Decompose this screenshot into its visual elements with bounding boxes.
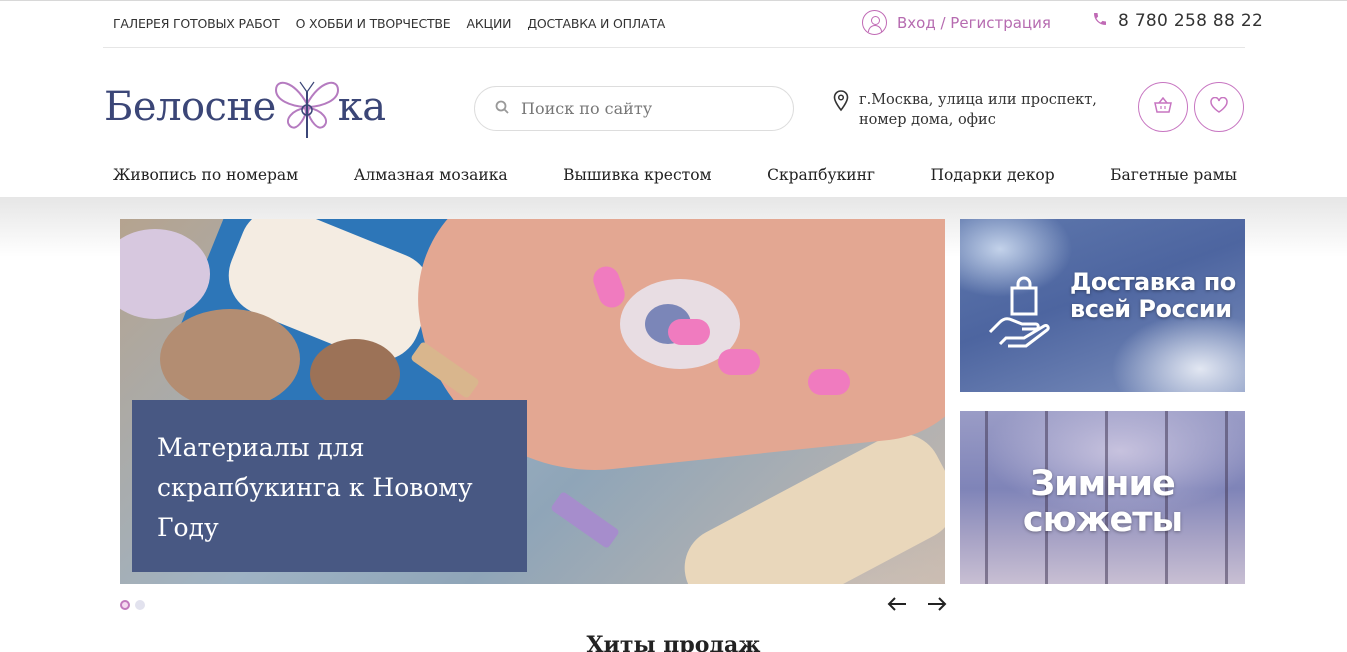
arrow-right-icon[interactable] bbox=[926, 594, 948, 614]
user-icon bbox=[862, 10, 887, 35]
map-pin-icon bbox=[833, 90, 849, 130]
slide-image-nail bbox=[718, 349, 760, 375]
category-gifts-decor[interactable]: Подарки декор bbox=[931, 166, 1055, 184]
category-cross-stitch[interactable]: Вышивка крестом bbox=[563, 166, 711, 184]
login-link[interactable]: Вход / Регистрация bbox=[862, 10, 1051, 35]
category-scrapbooking[interactable]: Скрапбукинг bbox=[767, 166, 875, 184]
delivery-banner[interactable]: Доставка по всей России bbox=[960, 219, 1245, 392]
category-frames[interactable]: Багетные рамы bbox=[1110, 166, 1237, 184]
search-input[interactable] bbox=[521, 99, 771, 118]
search-icon[interactable] bbox=[495, 99, 509, 118]
store-address: г.Москва, улица или проспект, номер дома… bbox=[833, 90, 1097, 130]
slider-arrows bbox=[886, 594, 948, 614]
slide-image-nail bbox=[668, 319, 710, 345]
hero-slider[interactable]: Материалы для скрапбукинга к Новому Году bbox=[120, 219, 945, 584]
category-nav: Живопись по номерам Алмазная мозаика Выш… bbox=[113, 166, 1237, 184]
phone-contact[interactable]: 8 780 258 88 22 bbox=[1092, 11, 1263, 31]
category-diamond-mosaic[interactable]: Алмазная мозаика bbox=[354, 166, 508, 184]
top-border bbox=[0, 0, 1347, 1]
logo-text-right: ка bbox=[337, 84, 386, 130]
top-nav-promotions[interactable]: АКЦИИ bbox=[467, 16, 512, 31]
address-line-2: номер дома, офис bbox=[859, 112, 996, 128]
slider-dot[interactable] bbox=[135, 600, 145, 610]
address-line-1: г.Москва, улица или проспект, bbox=[859, 92, 1097, 108]
slide-caption[interactable]: Материалы для скрапбукинга к Новому Году bbox=[132, 400, 527, 572]
search-box[interactable] bbox=[474, 86, 794, 131]
slider-dot[interactable] bbox=[120, 600, 130, 610]
slide-image-nail bbox=[808, 369, 850, 395]
category-painting-by-numbers[interactable]: Живопись по номерам bbox=[113, 166, 298, 184]
favorites-button[interactable] bbox=[1194, 82, 1244, 132]
top-nav-hobby[interactable]: О ХОББИ И ТВОРЧЕСТВЕ bbox=[296, 16, 451, 31]
slide-caption-text[interactable]: Материалы для скрапбукинга к Новому Году bbox=[157, 428, 502, 548]
phone-icon bbox=[1092, 11, 1108, 31]
top-nav: ГАЛЕРЕЯ ГОТОВЫХ РАБОТ О ХОББИ И ТВОРЧЕСТ… bbox=[113, 16, 665, 31]
delivery-banner-title[interactable]: Доставка по всей России bbox=[1070, 269, 1240, 323]
arrow-left-icon[interactable] bbox=[886, 594, 908, 614]
top-nav-delivery[interactable]: ДОСТАВКА И ОПЛАТА bbox=[527, 16, 665, 31]
slide-image-flower bbox=[160, 309, 300, 409]
basket-icon bbox=[1154, 96, 1172, 117]
slider-pagination bbox=[120, 600, 145, 610]
winter-scenes-banner-title[interactable]: Зимние сюжеты bbox=[960, 466, 1245, 538]
phone-number[interactable]: 8 780 258 88 22 bbox=[1118, 11, 1263, 31]
delivery-hand-icon bbox=[988, 274, 1056, 354]
butterfly-icon bbox=[274, 81, 339, 138]
hits-section-title: Хиты продаж bbox=[586, 632, 761, 652]
site-logo[interactable]: Белосне ка bbox=[104, 72, 386, 142]
login-label[interactable]: Вход / Регистрация bbox=[897, 14, 1051, 32]
top-nav-gallery[interactable]: ГАЛЕРЕЯ ГОТОВЫХ РАБОТ bbox=[113, 16, 280, 31]
cart-button[interactable] bbox=[1138, 82, 1188, 132]
logo-text-left: Белосне bbox=[104, 84, 276, 130]
slide-image-clothespin bbox=[550, 490, 620, 550]
heart-icon bbox=[1210, 96, 1228, 117]
slide-image-flower bbox=[310, 339, 400, 409]
winter-scenes-banner[interactable]: Зимние сюжеты bbox=[960, 411, 1245, 584]
header-divider bbox=[103, 47, 1245, 48]
